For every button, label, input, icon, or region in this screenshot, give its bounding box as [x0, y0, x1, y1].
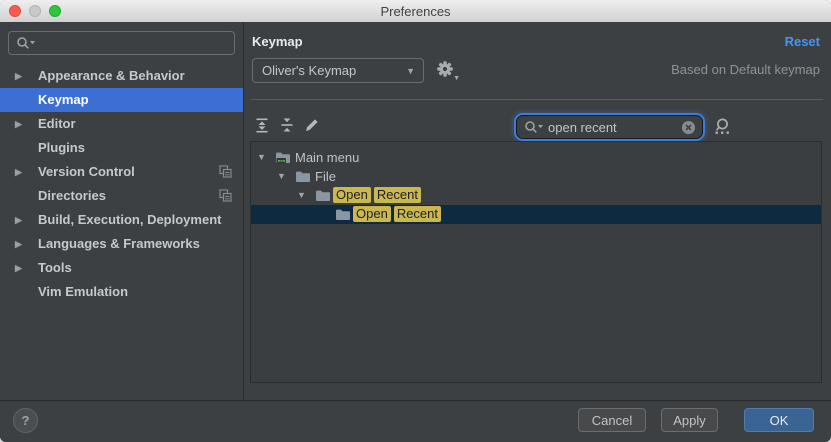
shared-settings-icon: [219, 165, 232, 178]
shared-settings-icon: [219, 189, 232, 202]
apply-button-label: Apply: [673, 413, 706, 428]
settings-sidebar: ▶ Appearance & Behavior Keymap ▶ Editor …: [0, 22, 243, 400]
sidebar-item-label: Directories: [38, 188, 106, 203]
sidebar-item-languages-frameworks[interactable]: ▶ Languages & Frameworks: [0, 232, 243, 256]
chevron-right-icon[interactable]: ▶: [15, 256, 22, 280]
reset-link[interactable]: Reset: [785, 34, 820, 49]
chevron-down-icon[interactable]: ▼: [277, 167, 286, 186]
sidebar-item-label: Build, Execution, Deployment: [38, 212, 221, 227]
keymap-settings-button[interactable]: ▼: [436, 60, 458, 82]
chevron-down-icon[interactable]: ▼: [257, 148, 266, 167]
sidebar-item-label: Plugins: [38, 140, 85, 155]
tree-row-label: File: [315, 167, 336, 186]
chevron-down-icon[interactable]: ▼: [297, 186, 306, 205]
search-icon: [524, 120, 544, 134]
match-highlight: Recent: [394, 206, 441, 222]
based-on-label: Based on Default keymap: [671, 62, 820, 77]
sidebar-item-build-execution-deployment[interactable]: ▶ Build, Execution, Deployment: [0, 208, 243, 232]
close-button[interactable]: [9, 5, 21, 17]
sidebar-item-label: Appearance & Behavior: [38, 68, 185, 83]
match-highlight: Recent: [374, 187, 421, 203]
title-bar: Preferences: [0, 0, 831, 23]
main-menu-icon: [275, 151, 291, 164]
cancel-button-label: Cancel: [592, 413, 632, 428]
sidebar-item-label: Editor: [38, 116, 76, 131]
preferences-window: Preferences ▶ Appearance & Behavior Keym…: [0, 0, 831, 442]
keymap-select-value: Oliver's Keymap: [262, 63, 356, 78]
sidebar-item-label: Keymap: [38, 92, 89, 107]
sidebar-item-keymap[interactable]: Keymap: [0, 88, 243, 112]
sidebar-item-label: Tools: [38, 260, 72, 275]
sidebar-item-plugins[interactable]: Plugins: [0, 136, 243, 160]
dialog-footer: ? Cancel Apply OK: [0, 400, 831, 442]
clear-icon[interactable]: [681, 120, 696, 135]
sidebar-item-tools[interactable]: ▶ Tools: [0, 256, 243, 280]
sidebar-item-appearance-behavior[interactable]: ▶ Appearance & Behavior: [0, 64, 243, 88]
folder-icon: [315, 189, 331, 202]
edit-icon[interactable]: [304, 117, 322, 135]
match-highlight: Open: [333, 187, 371, 203]
actions-tree: ▼ Main menu ▼: [250, 141, 822, 383]
folder-icon: [295, 170, 311, 183]
help-icon: ?: [22, 413, 30, 428]
tree-row-label: Main menu: [295, 148, 359, 167]
keymap-select[interactable]: Oliver's Keymap ▼: [252, 58, 424, 83]
find-by-shortcut-icon[interactable]: [712, 117, 732, 137]
chevron-down-icon: ▼: [453, 75, 460, 82]
tree-row-label: OpenRecent: [353, 205, 444, 224]
keymap-search-field[interactable]: [516, 115, 703, 139]
sidebar-item-vim-emulation[interactable]: Vim Emulation: [0, 280, 243, 304]
tree-row-open-recent[interactable]: ▼ OpenRecent: [251, 186, 821, 205]
ok-button[interactable]: OK: [744, 408, 814, 432]
sidebar-item-version-control[interactable]: ▶ Version Control: [0, 160, 243, 184]
zoom-button[interactable]: [49, 5, 61, 17]
settings-search-input[interactable]: [8, 31, 235, 55]
keymap-toolbar: [244, 110, 831, 144]
tree-row-main-menu[interactable]: ▼ Main menu: [251, 148, 821, 167]
chevron-right-icon[interactable]: ▶: [15, 232, 22, 256]
sidebar-item-directories[interactable]: Directories: [0, 184, 243, 208]
header-separator: [251, 99, 823, 100]
chevron-right-icon[interactable]: ▶: [15, 64, 22, 88]
page-title: Keymap: [252, 34, 303, 49]
chevron-right-icon[interactable]: ▶: [15, 112, 22, 136]
keymap-panel: Keymap Reset Oliver's Keymap ▼: [244, 22, 831, 400]
ok-button-label: OK: [770, 413, 789, 428]
minimize-button[interactable]: [29, 5, 41, 17]
tree-row-label: OpenRecent: [333, 186, 424, 205]
match-highlight: Open: [353, 206, 391, 222]
search-icon: [16, 36, 36, 50]
sidebar-item-label: Version Control: [38, 164, 135, 179]
keymap-search-input[interactable]: [544, 120, 681, 135]
sidebar-item-label: Vim Emulation: [38, 284, 128, 299]
tree-row-open-recent-selected[interactable]: OpenRecent: [251, 205, 821, 224]
expand-all-icon[interactable]: [254, 117, 272, 135]
chevron-right-icon[interactable]: ▶: [15, 160, 22, 184]
chevron-right-icon[interactable]: ▶: [15, 208, 22, 232]
settings-nav: ▶ Appearance & Behavior Keymap ▶ Editor …: [0, 64, 243, 304]
tree-row-file[interactable]: ▼ File: [251, 167, 821, 186]
folder-icon: [335, 208, 351, 221]
sidebar-item-label: Languages & Frameworks: [38, 236, 200, 251]
help-button[interactable]: ?: [13, 408, 38, 433]
chevron-down-icon: ▼: [406, 66, 415, 76]
sidebar-item-editor[interactable]: ▶ Editor: [0, 112, 243, 136]
collapse-all-icon[interactable]: [279, 117, 297, 135]
window-title: Preferences: [380, 4, 450, 19]
apply-button[interactable]: Apply: [661, 408, 718, 432]
cancel-button[interactable]: Cancel: [578, 408, 646, 432]
